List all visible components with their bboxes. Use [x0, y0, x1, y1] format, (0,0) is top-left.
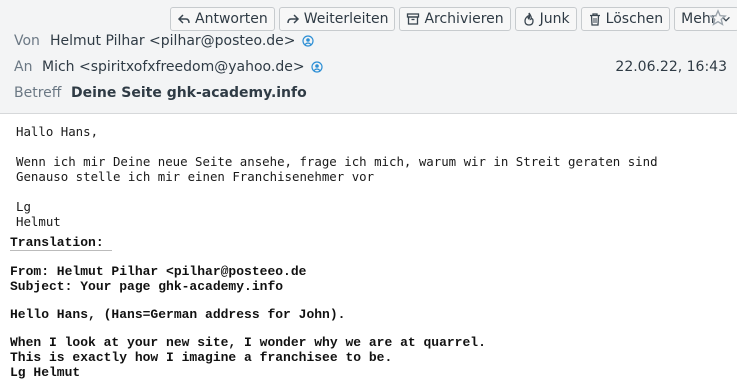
translation-closing: Lg Helmut — [10, 365, 81, 380]
translation-from: From: Helmut Pilhar <pilhar@posteeo.de — [10, 264, 307, 279]
subject-row: Betreff Deine Seite ghk-academy.info — [14, 85, 307, 101]
translation-block: Translation: From: Helmut Pilhar <pilhar@… — [10, 235, 486, 380]
to-label: An — [14, 59, 33, 75]
body-greeting: Hallo Hans, — [16, 124, 99, 139]
trash-icon — [589, 13, 600, 26]
body-line: Genauso stelle ich mir einen Franchisene… — [16, 169, 375, 184]
body-signature: Helmut — [16, 214, 61, 229]
message-header: Antworten Weiterleiten Archivieren Junk … — [0, 0, 737, 114]
forward-icon — [286, 14, 299, 24]
message-date: 22.06.22, 16:43 — [615, 59, 727, 75]
junk-button[interactable]: Junk — [514, 7, 577, 31]
reply-button[interactable]: Antworten — [170, 7, 275, 31]
translation-greeting: Hello Hans, (Hans=German address for Joh… — [10, 307, 346, 322]
delete-label: Löschen — [605, 11, 664, 27]
message-body: Hallo Hans, Wenn ich mir Deine neue Seite… — [16, 124, 658, 229]
flame-icon — [524, 12, 534, 26]
more-button[interactable]: Mehr — [674, 7, 737, 31]
contact-badge-icon[interactable] — [310, 61, 323, 73]
to-row: An Mich <spiritxofxfreedom@yahoo.de> — [14, 59, 323, 75]
archive-label: Archivieren — [424, 11, 504, 27]
from-label: Von — [14, 33, 40, 49]
translation-title: Translation: — [10, 235, 112, 251]
translation-line: This is exactly how I imagine a franchis… — [10, 350, 393, 365]
reply-label: Antworten — [195, 11, 268, 27]
message-toolbar: Antworten Weiterleiten Archivieren Junk … — [170, 6, 737, 32]
subject-text: Deine Seite ghk-academy.info — [71, 85, 307, 101]
to-address[interactable]: Mich <spiritxofxfreedom@yahoo.de> — [42, 59, 305, 75]
translation-subject: Subject: Your page ghk-academy.info — [10, 279, 284, 294]
archive-button[interactable]: Archivieren — [399, 7, 511, 31]
contact-badge-icon[interactable] — [301, 35, 314, 47]
forward-label: Weiterleiten — [303, 11, 389, 27]
translation-line: When I look at your new site, I wonder w… — [10, 335, 486, 350]
delete-button[interactable]: Löschen — [580, 7, 671, 31]
archive-icon — [407, 13, 420, 25]
from-row: Von Helmut Pilhar <pilhar@posteo.de> — [14, 33, 314, 49]
junk-label: Junk — [539, 11, 570, 27]
forward-button[interactable]: Weiterleiten — [278, 7, 396, 31]
reply-icon — [177, 14, 190, 24]
from-address[interactable]: Helmut Pilhar <pilhar@posteo.de> — [50, 33, 296, 49]
star-icon[interactable] — [709, 9, 727, 27]
body-line: Wenn ich mir Deine neue Seite ansehe, fr… — [16, 154, 658, 169]
subject-label: Betreff — [14, 85, 62, 101]
body-closing: Lg — [16, 199, 31, 214]
